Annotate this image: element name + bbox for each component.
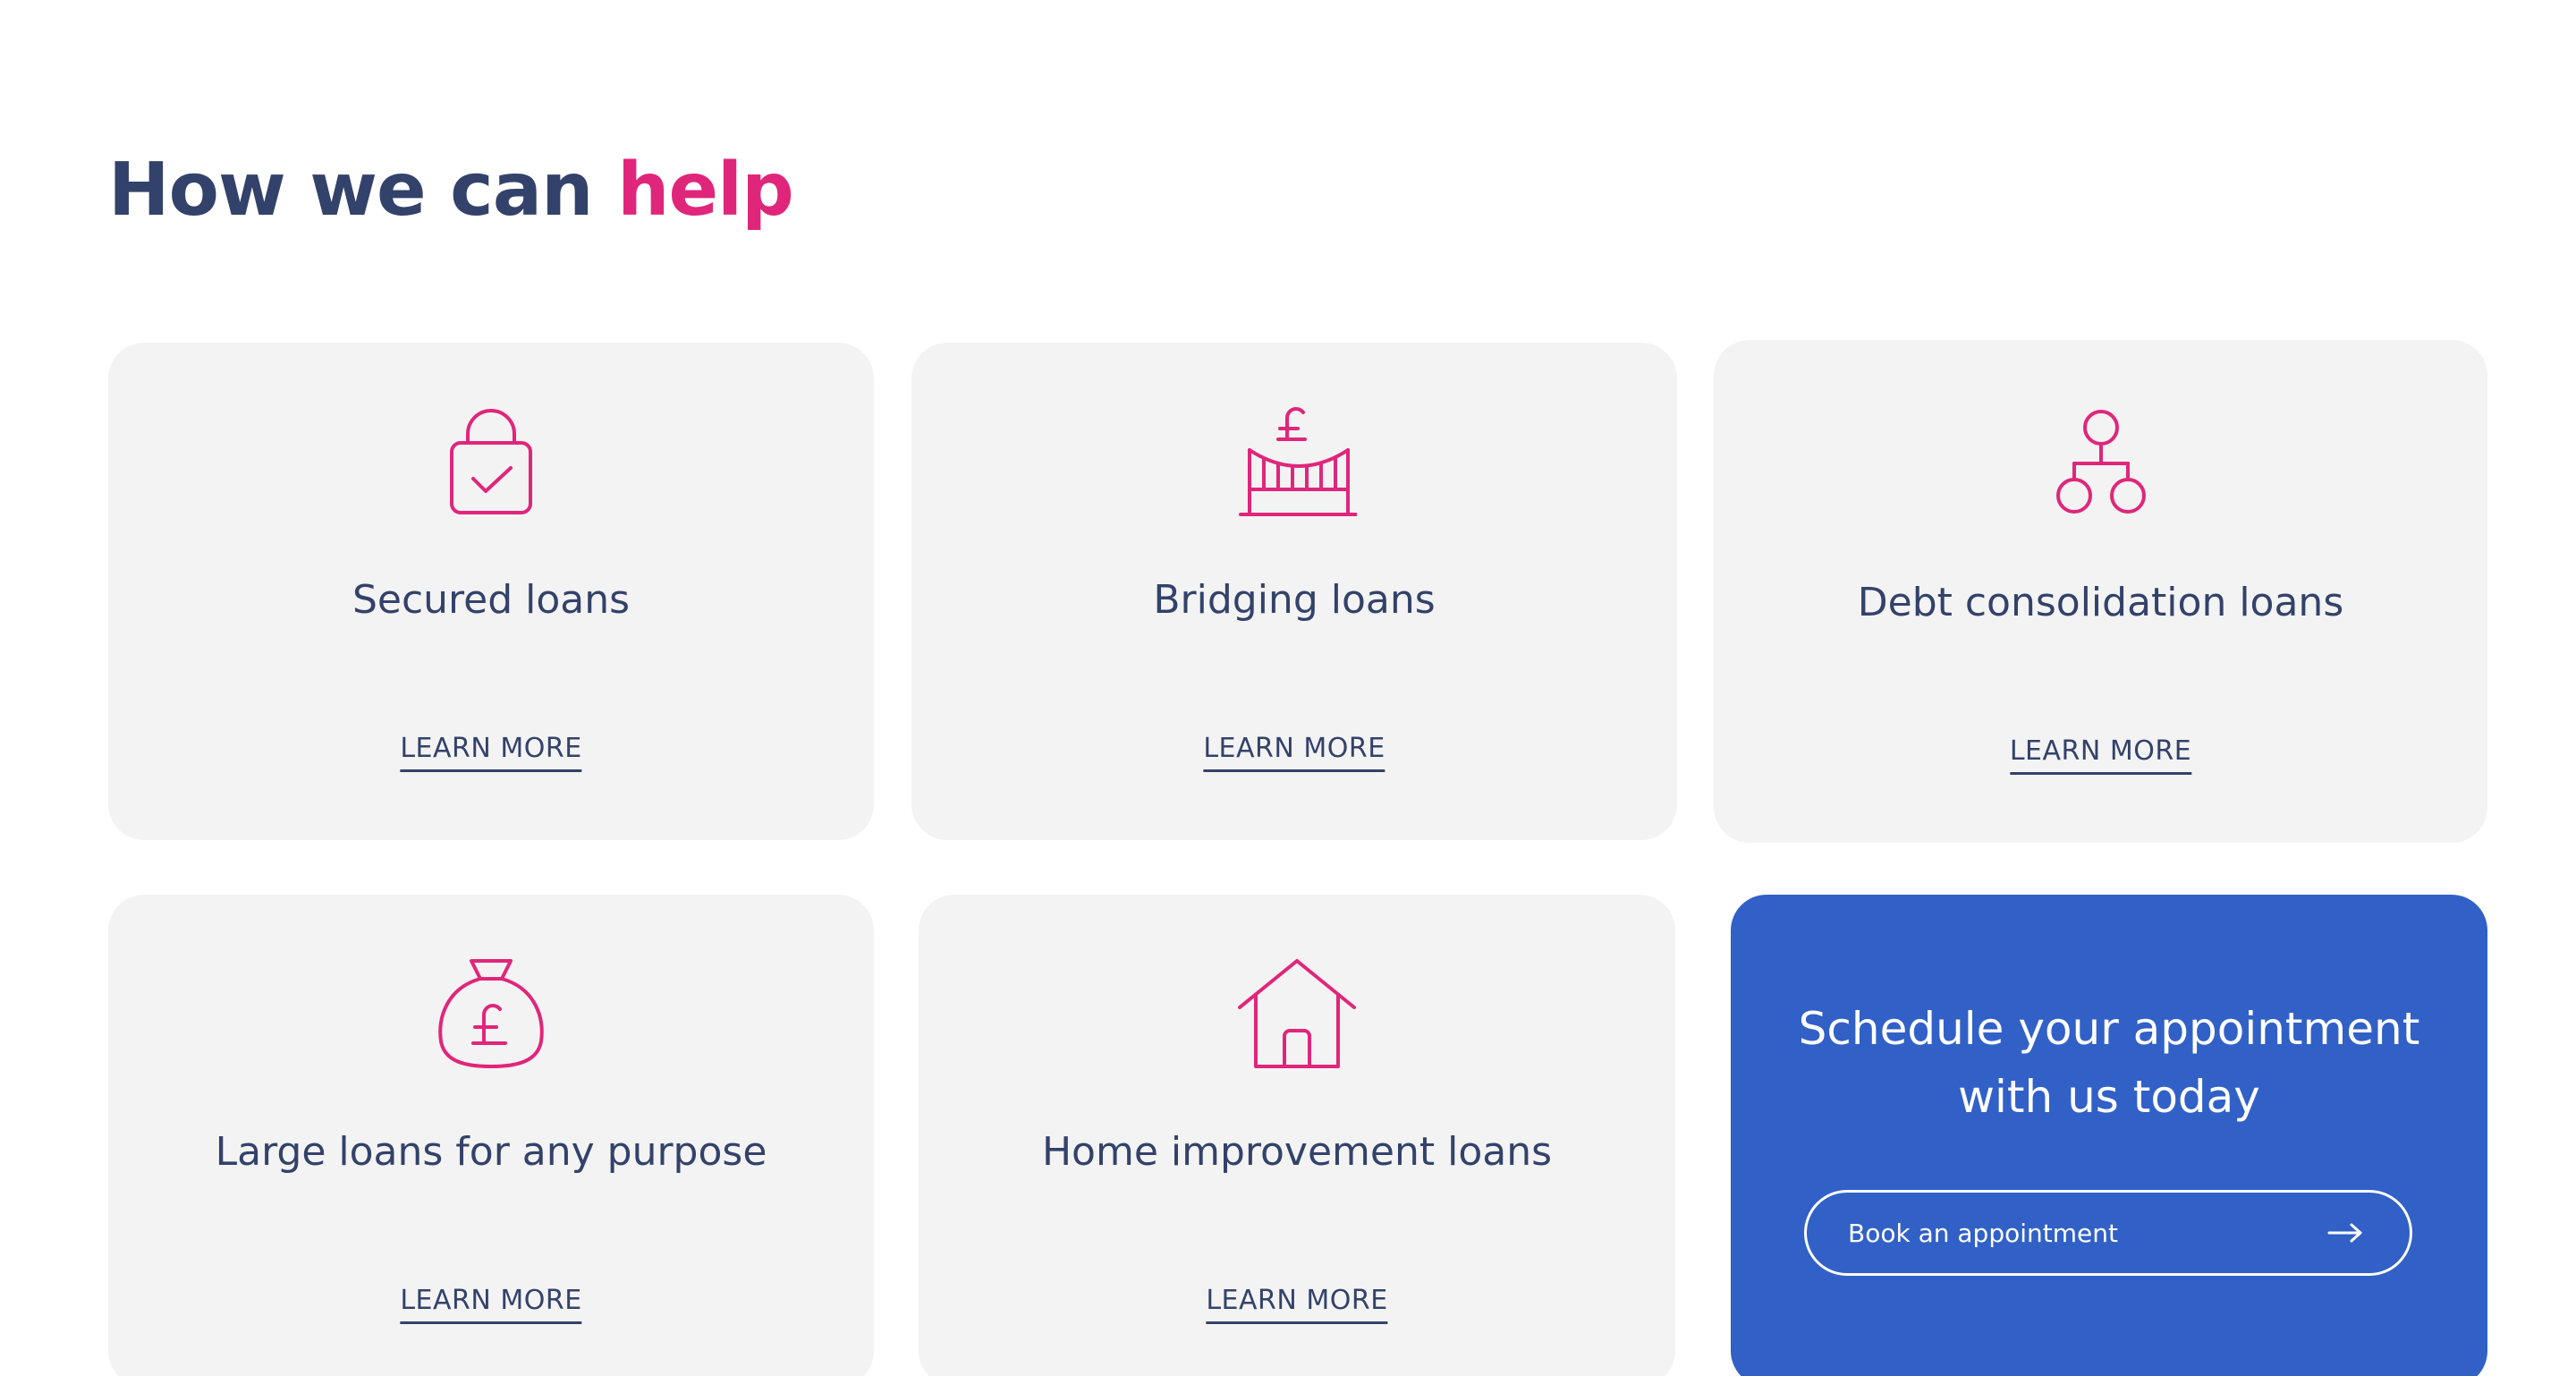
card-title: Bridging loans <box>1153 577 1436 623</box>
card-secured-loans[interactable]: Secured loans LEARN MORE <box>108 343 874 840</box>
card-title: Debt consolidation loans <box>1857 580 2344 625</box>
section-heading: How we can help <box>108 148 794 233</box>
card-title: Secured loans <box>352 577 631 623</box>
book-appointment-label: Book an appointment <box>1848 1218 2118 1248</box>
arrow-right-icon <box>2327 1223 2362 1243</box>
heading-accent: help <box>617 148 794 233</box>
card-debt-consolidation-loans[interactable]: Debt consolidation loans LEARN MORE <box>1714 340 2487 843</box>
card-title: Large loans for any purpose <box>215 1129 767 1175</box>
card-home-improvement-loans[interactable]: Home improvement loans LEARN MORE <box>919 895 1675 1376</box>
card-bridging-loans[interactable]: Bridging loans LEARN MORE <box>911 343 1677 840</box>
book-appointment-button[interactable]: Book an appointment <box>1804 1190 2412 1276</box>
cta-title-line-2: with us today <box>1958 1071 2260 1123</box>
cta-title-line-1: Schedule your appointment <box>1798 1003 2420 1055</box>
appointment-cta-card: Schedule your appointment with us today … <box>1731 895 2487 1376</box>
heading-prefix: How we can <box>108 148 593 233</box>
padlock-check-icon <box>428 403 554 520</box>
consolidation-nodes-icon <box>2038 406 2164 522</box>
cta-title: Schedule your appointment with us today <box>1731 995 2487 1131</box>
card-large-loans[interactable]: Large loans for any purpose LEARN MORE <box>108 895 874 1376</box>
learn-more-link[interactable]: LEARN MORE <box>1206 1285 1388 1324</box>
page: How we can help Secured loans LEARN MORE <box>0 0 2576 1376</box>
learn-more-link[interactable]: LEARN MORE <box>400 733 582 772</box>
bridge-pound-icon <box>1232 403 1357 520</box>
money-bag-pound-icon <box>428 956 554 1072</box>
card-title: Home improvement loans <box>1041 1129 1553 1175</box>
learn-more-link[interactable]: LEARN MORE <box>400 1285 582 1324</box>
learn-more-link[interactable]: LEARN MORE <box>1203 733 1385 772</box>
house-icon <box>1234 956 1360 1072</box>
learn-more-link[interactable]: LEARN MORE <box>2009 735 2192 775</box>
